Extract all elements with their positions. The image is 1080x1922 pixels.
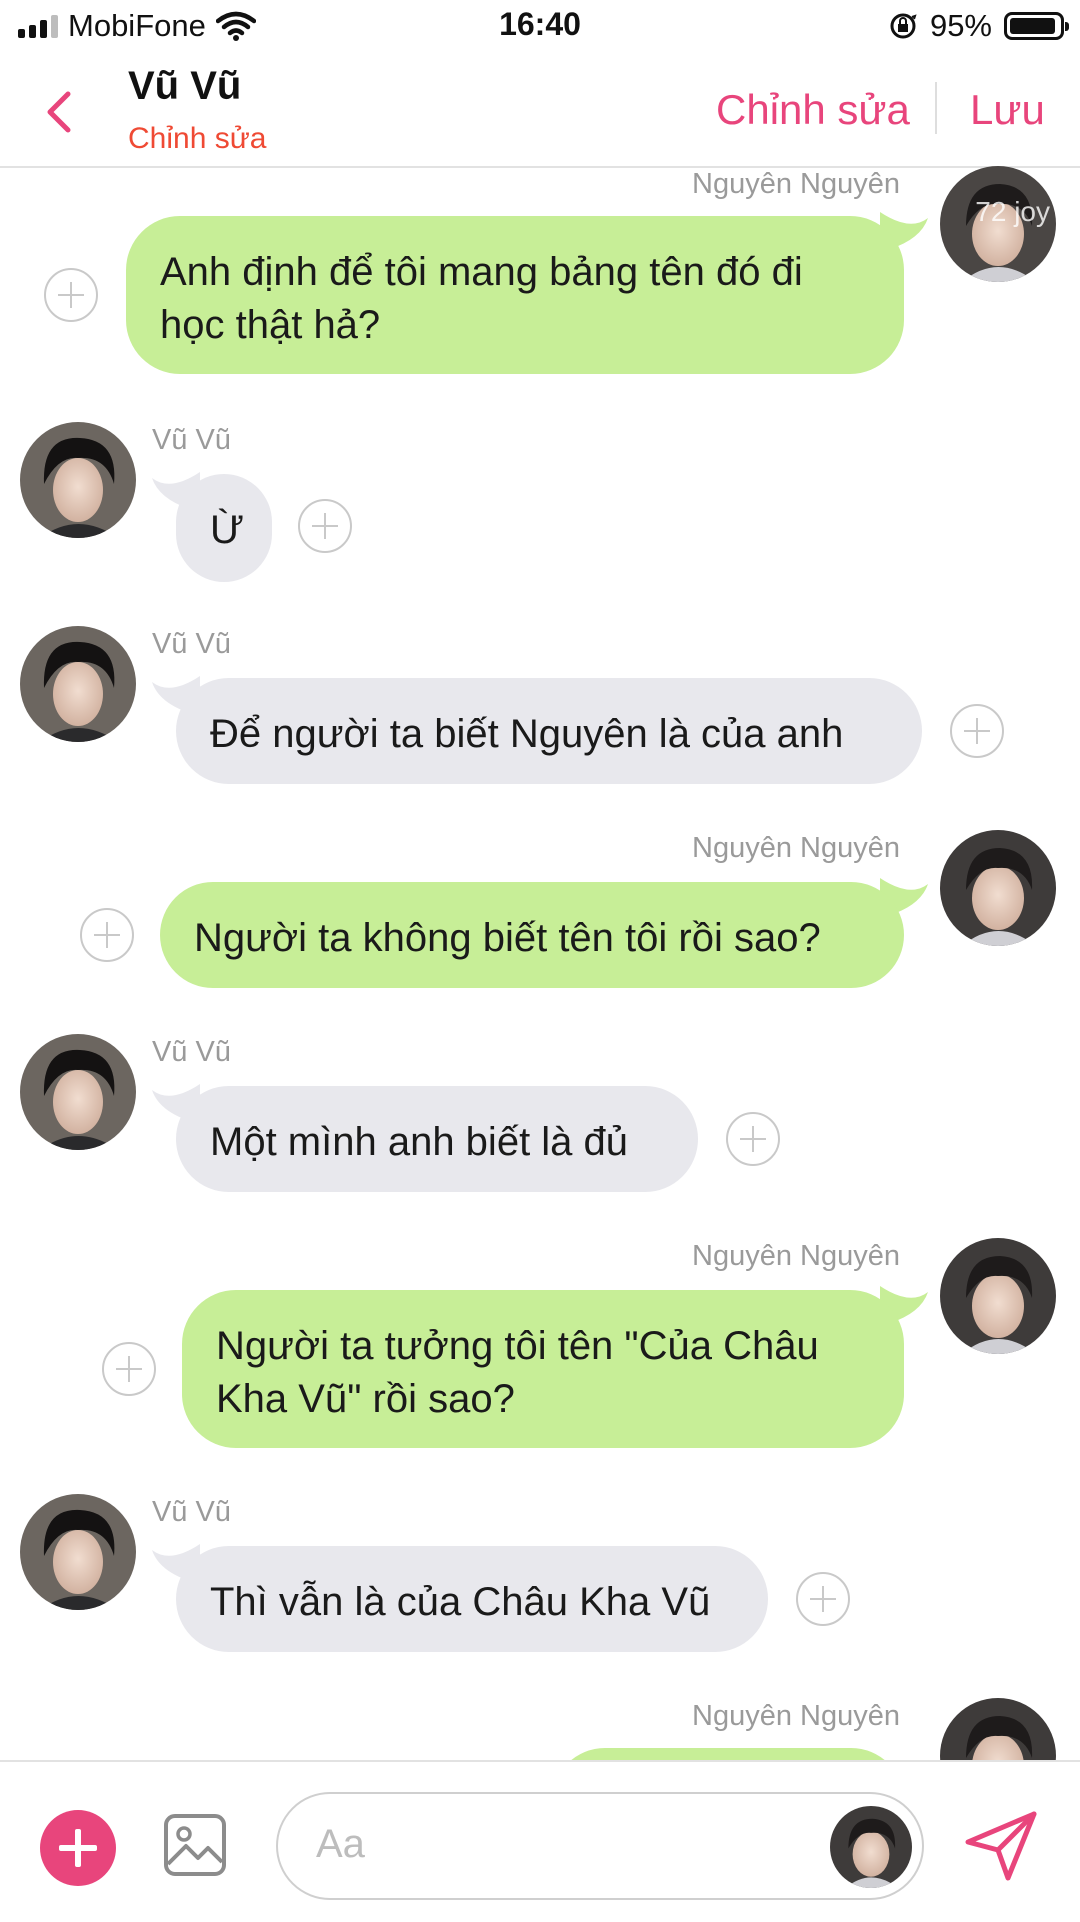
message-input[interactable]: Aa: [276, 1792, 924, 1900]
message-bubble[interactable]: Ừ: [176, 474, 272, 582]
react-plus-icon[interactable]: [44, 268, 98, 322]
avatar[interactable]: [940, 830, 1056, 946]
header-divider: [935, 82, 937, 134]
avatar[interactable]: 72 joy: [940, 166, 1056, 282]
send-icon[interactable]: [962, 1806, 1040, 1884]
react-plus-icon[interactable]: [796, 1572, 850, 1626]
react-plus-icon[interactable]: [726, 1112, 780, 1166]
battery-icon: [1004, 12, 1069, 40]
message-input-placeholder: Aa: [316, 1822, 365, 1866]
message-bubble[interactable]: Anh định để tôi mang bảng tên đó đi học …: [126, 216, 904, 374]
avatar[interactable]: [20, 422, 136, 538]
page-subtitle[interactable]: Chỉnh sửa: [128, 122, 267, 156]
sender-name: Vũ Vũ: [152, 628, 231, 660]
react-plus-icon[interactable]: [298, 499, 352, 553]
message-bubble[interactable]: Một mình anh biết là đủ: [176, 1086, 698, 1192]
sender-name: Nguyên Nguyên: [692, 832, 900, 864]
rotation-lock-icon: [890, 13, 917, 39]
message-bubble[interactable]: Người ta tưởng tôi tên "Của Châu Kha Vũ"…: [182, 1290, 904, 1448]
message-bubble[interactable]: Thì vẫn là của Châu Kha Vũ: [176, 1546, 768, 1652]
add-icon[interactable]: [40, 1810, 116, 1886]
sender-name: Nguyên Nguyên: [692, 1240, 900, 1272]
back-icon[interactable]: [40, 84, 80, 140]
react-plus-icon[interactable]: [102, 1342, 156, 1396]
message-bubble[interactable]: Người ta không biết tên tôi rồi sao?: [160, 882, 904, 988]
image-icon[interactable]: [162, 1812, 228, 1878]
sender-name: Nguyên Nguyên: [692, 168, 900, 200]
react-plus-icon[interactable]: [950, 704, 1004, 758]
avatar[interactable]: [830, 1806, 912, 1888]
chat-header: Vũ Vũ Chỉnh sửa Chỉnh sửa Lưu: [0, 56, 1080, 168]
message-bubble[interactable]: Để người ta biết Nguyên là của anh: [176, 678, 922, 784]
sender-name: Vũ Vũ: [152, 1036, 231, 1068]
page-title: Vũ Vũ: [128, 64, 242, 108]
sender-name: Nguyên Nguyên: [692, 1700, 900, 1732]
avatar-watermark: 72 joy: [975, 196, 1050, 227]
avatar[interactable]: [940, 1238, 1056, 1354]
react-plus-icon[interactable]: [80, 908, 134, 962]
sender-name: Vũ Vũ: [152, 1496, 231, 1528]
save-button[interactable]: Lưu: [970, 86, 1045, 134]
composer-bar: Aa: [0, 1760, 1080, 1922]
avatar[interactable]: [20, 626, 136, 742]
edit-button[interactable]: Chỉnh sửa: [716, 86, 910, 134]
avatar[interactable]: [20, 1034, 136, 1150]
avatar[interactable]: [20, 1494, 136, 1610]
sender-name: Vũ Vũ: [152, 424, 231, 456]
status-bar: MobiFone 16:40 95%: [0, 0, 1080, 56]
battery-percent: 95%: [929, 8, 992, 43]
